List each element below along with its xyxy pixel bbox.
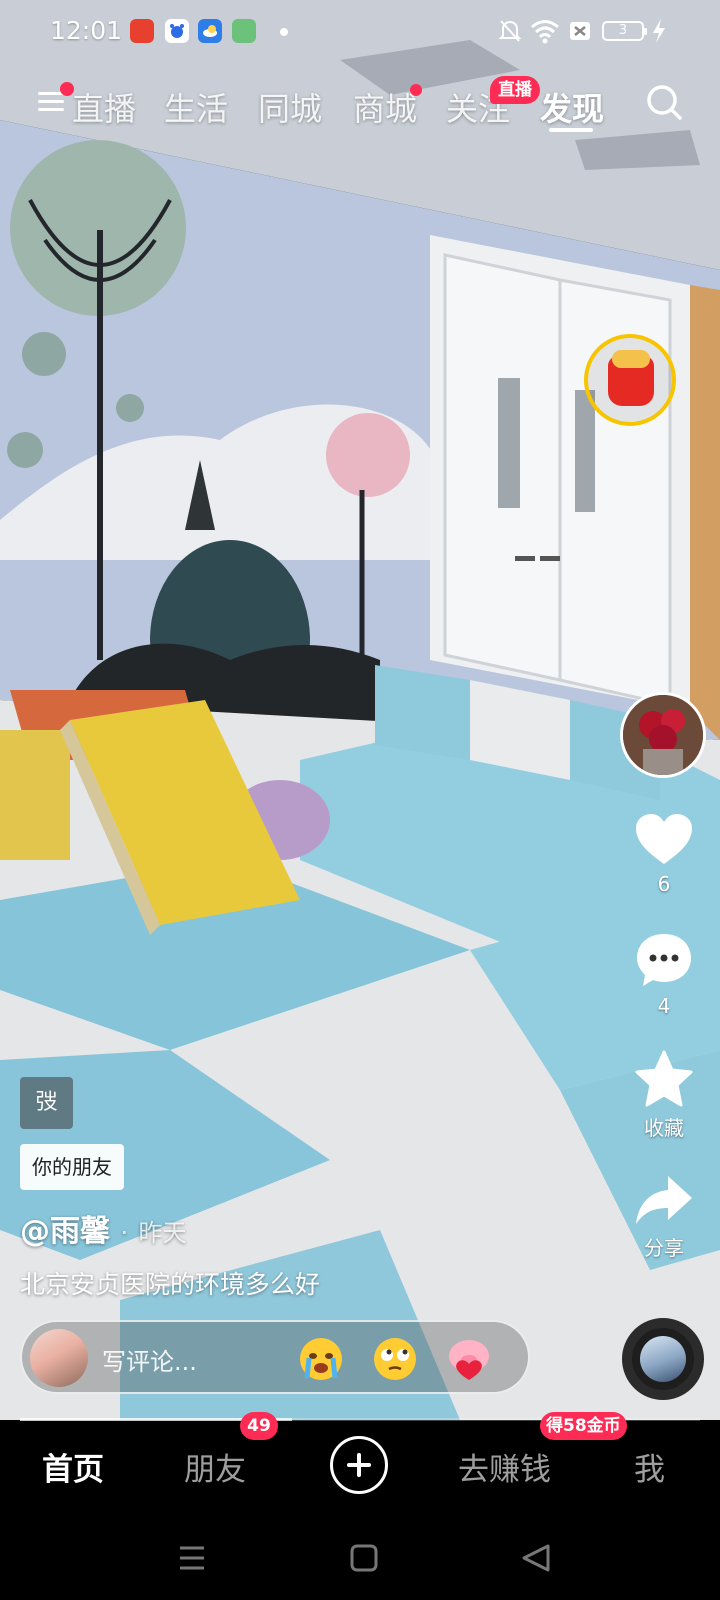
tab-life[interactable]: 生活 (164, 84, 228, 130)
comment-button[interactable]: 4 (624, 930, 704, 1018)
favorite-label: 收藏 (644, 1116, 684, 1140)
tab-same-city[interactable]: 同城 (258, 84, 322, 130)
video-tag[interactable]: 弢 (20, 1077, 73, 1129)
coin-reward-widget[interactable] (584, 334, 676, 426)
notification-dot (280, 28, 288, 36)
bottom-tab-bar: 首页 朋友 49 去赚钱 得58金币 我 (0, 1412, 720, 1518)
tab-earn[interactable]: 去赚钱 (458, 1444, 551, 1489)
star-icon (635, 1050, 693, 1107)
tab-home[interactable]: 首页 (42, 1444, 104, 1489)
like-button[interactable]: 6 (624, 812, 704, 896)
friend-chip: 你的朋友 (20, 1144, 124, 1190)
back-icon[interactable] (522, 1544, 550, 1572)
music-disc[interactable] (622, 1318, 704, 1400)
search-icon[interactable] (644, 82, 684, 122)
sim-x-icon (568, 18, 592, 48)
mute-bell-icon (498, 18, 522, 48)
share-button[interactable]: 分享 (624, 1172, 704, 1261)
weather-icon (198, 19, 222, 43)
tab-live[interactable]: 直播 (72, 84, 136, 130)
comment-count: 4 (657, 994, 671, 1018)
live-badge: 直播 (490, 76, 540, 104)
home-icon[interactable] (350, 1544, 378, 1572)
earn-badge: 得58金币 (540, 1412, 627, 1440)
post-time: 昨天 (138, 1219, 187, 1247)
status-time: 12:01 (50, 16, 123, 45)
author-avatar[interactable] (620, 692, 706, 778)
tab-me[interactable]: 我 (634, 1444, 665, 1489)
app-icon-red (130, 19, 154, 43)
create-post-button[interactable] (330, 1436, 388, 1494)
battery-icon: 3 (602, 21, 647, 41)
top-nav: 直播 生活 同城 商城 关注 直播 发现 (0, 70, 720, 140)
status-bar: 12:01 3 (0, 0, 720, 64)
baidu-icon (165, 19, 189, 43)
charging-icon (652, 18, 666, 48)
tab-discover[interactable]: 发现 (540, 84, 604, 130)
red-bag-icon (608, 350, 654, 406)
game-icon (232, 19, 256, 43)
favorite-button[interactable]: 收藏 (624, 1050, 704, 1141)
crying-emoji[interactable] (298, 1336, 344, 1382)
friends-badge: 49 (240, 1412, 278, 1440)
active-tab-indicator (549, 128, 593, 132)
video-caption: 北京安贞医院的环境多么好 (20, 1270, 321, 1299)
author-line: @雨馨 · 昨天 (20, 1206, 187, 1250)
comment-icon (637, 934, 691, 986)
author-name[interactable]: @雨馨 (20, 1214, 110, 1249)
tab-friends[interactable]: 朋友 (184, 1444, 246, 1489)
comment-input-bar[interactable]: 写评论... (20, 1320, 530, 1394)
heart-icon (636, 814, 692, 864)
pig-heart-emoji[interactable] (446, 1336, 492, 1382)
user-avatar (30, 1329, 88, 1387)
tab-mall[interactable]: 商城 (353, 84, 417, 130)
music-cover (640, 1336, 686, 1382)
share-label: 分享 (644, 1236, 684, 1260)
eye-roll-emoji[interactable] (372, 1336, 418, 1382)
comment-placeholder[interactable]: 写评论... (102, 1342, 197, 1377)
like-count: 6 (657, 872, 671, 896)
wifi-icon (530, 18, 560, 48)
mall-red-dot (410, 84, 422, 96)
system-nav-bar (0, 1518, 720, 1600)
separator: · (120, 1219, 129, 1247)
share-icon (636, 1176, 692, 1224)
recent-apps-icon[interactable] (180, 1546, 204, 1570)
